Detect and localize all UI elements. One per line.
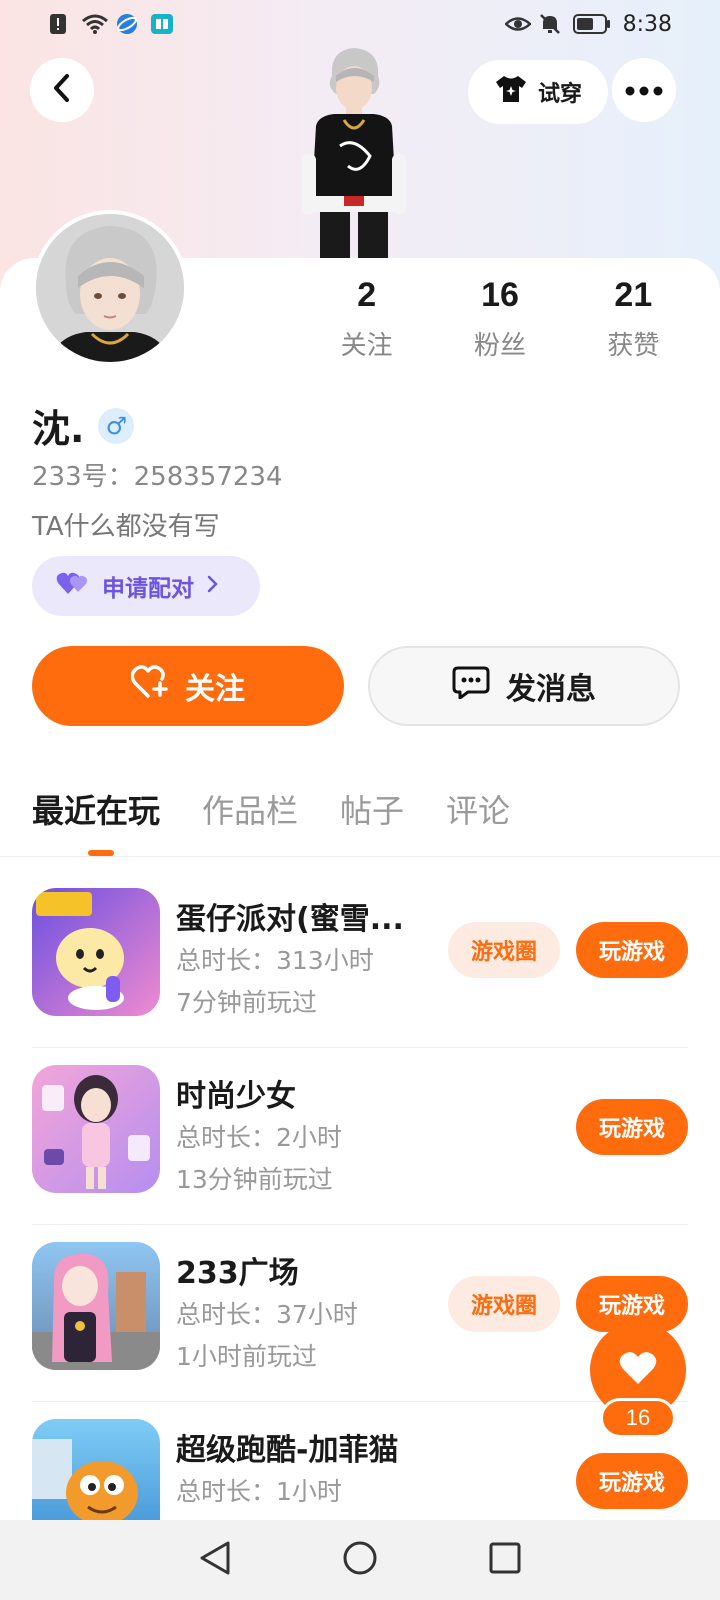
game-meta: 总时长：313小时 7分钟前玩过 (176, 940, 374, 1024)
wifi-icon (82, 13, 108, 35)
send-message-label: 发消息 (506, 672, 596, 707)
game-title: 时尚少女 (176, 1079, 296, 1114)
game-total-time: 总时长：2小时 (176, 1123, 342, 1152)
eye-icon (503, 13, 532, 35)
stat-followers-value: 16 (481, 276, 519, 314)
chat-bubble-icon (452, 665, 490, 707)
game-title: 蛋仔派对(蜜雪... (176, 902, 404, 937)
mute-icon (539, 13, 561, 35)
tab-recently-played[interactable]: 最近在玩 (32, 786, 160, 832)
like-count-badge: 16 (600, 1398, 676, 1438)
stat-likes-value: 21 (614, 276, 653, 314)
game-icon-233-plaza[interactable] (32, 1242, 160, 1370)
game-icon-eggy-party[interactable] (32, 888, 160, 1016)
tab-posts[interactable]: 帖子 (340, 786, 404, 832)
send-message-button[interactable]: 发消息 (368, 646, 680, 726)
stat-likes[interactable]: 21 获赞 (567, 276, 700, 362)
status-bar: 8:38 (0, 0, 720, 48)
game-row[interactable]: 时尚少女 总时长：2小时 13分钟前玩过 玩游戏 (0, 1047, 720, 1224)
tab-works[interactable]: 作品栏 (202, 786, 298, 832)
system-navigation-bar (0, 1520, 720, 1600)
more-dots-icon (625, 81, 663, 100)
nav-recents-icon[interactable] (488, 1541, 522, 1579)
profile-stats: 2 关注 16 粉丝 21 获赞 (300, 276, 700, 362)
game-meta: 总时长：37小时 1小时前玩过 (176, 1294, 358, 1378)
game-icon-garfield-run[interactable] (32, 1419, 160, 1520)
status-time: 8:38 (622, 11, 672, 37)
nav-back-icon[interactable] (198, 1540, 232, 1580)
notification-icon (48, 13, 70, 35)
game-total-time: 总时长：313小时 (176, 946, 374, 975)
profile-avatar[interactable] (32, 210, 188, 366)
reader-icon (150, 13, 173, 35)
game-icon-fashion-girl[interactable] (32, 1065, 160, 1193)
game-title: 233广场 (176, 1256, 299, 1291)
chevron-right-icon (206, 573, 218, 599)
game-circle-button[interactable]: 游戏圈 (448, 1276, 560, 1332)
avatar-3d-figure[interactable] (290, 46, 418, 262)
game-meta: 总时长：1小时 (176, 1471, 342, 1513)
chevron-left-icon (50, 73, 74, 107)
game-last-played: 1小时前玩过 (176, 1342, 317, 1371)
follow-button[interactable]: 关注 (32, 646, 344, 726)
stat-followers-label: 粉丝 (473, 331, 526, 361)
stat-followers[interactable]: 16 粉丝 (433, 276, 566, 362)
nav-home-icon[interactable] (342, 1540, 378, 1580)
profile-id: 233号：258357234 (32, 462, 283, 492)
stat-following-label: 关注 (340, 331, 393, 361)
profile-bio: TA什么都没有写 (32, 512, 220, 542)
stat-following-value: 2 (357, 276, 377, 314)
follow-label: 关注 (185, 672, 245, 707)
browser-icon (116, 13, 138, 35)
stat-likes-label: 获赞 (607, 331, 660, 361)
tryon-button[interactable]: 试穿 (468, 60, 608, 124)
game-row[interactable]: 蛋仔派对(蜜雪... 总时长：313小时 7分钟前玩过 游戏圈 玩游戏 (0, 870, 720, 1047)
male-gender-icon: ♂ (98, 407, 135, 444)
stat-following[interactable]: 2 关注 (300, 276, 433, 362)
game-total-time: 总时长：1小时 (176, 1477, 342, 1506)
game-circle-button[interactable]: 游戏圈 (448, 922, 560, 978)
game-last-played: 7分钟前玩过 (176, 988, 317, 1017)
tryon-label: 试穿 (537, 82, 582, 107)
name-row: 沈. ♂ (32, 398, 135, 453)
double-heart-icon (56, 570, 90, 602)
profile-tabs: 最近在玩 作品栏 帖子 评论 (32, 786, 510, 832)
game-total-time: 总时长：37小时 (176, 1300, 358, 1329)
play-game-button[interactable]: 玩游戏 (576, 1099, 688, 1155)
play-game-button[interactable]: 玩游戏 (576, 922, 688, 978)
game-title: 超级跑酷-加菲猫 (176, 1433, 399, 1468)
battery-icon (572, 13, 611, 35)
game-last-played: 13分钟前玩过 (176, 1165, 333, 1194)
heart-plus-icon (130, 665, 169, 707)
game-meta: 总时长：2小时 13分钟前玩过 (176, 1117, 342, 1201)
play-game-button[interactable]: 玩游戏 (576, 1453, 688, 1509)
more-options-button[interactable] (612, 58, 676, 122)
profile-name: 沈. (32, 407, 85, 451)
back-button[interactable] (30, 58, 94, 122)
tab-comments[interactable]: 评论 (446, 786, 510, 832)
request-pair-button[interactable]: 申请配对 (32, 556, 260, 616)
tshirt-sparkle-icon (494, 74, 528, 110)
heart-icon (618, 1350, 658, 1390)
request-pair-label: 申请配对 (102, 576, 194, 602)
tabs-divider (0, 856, 720, 857)
